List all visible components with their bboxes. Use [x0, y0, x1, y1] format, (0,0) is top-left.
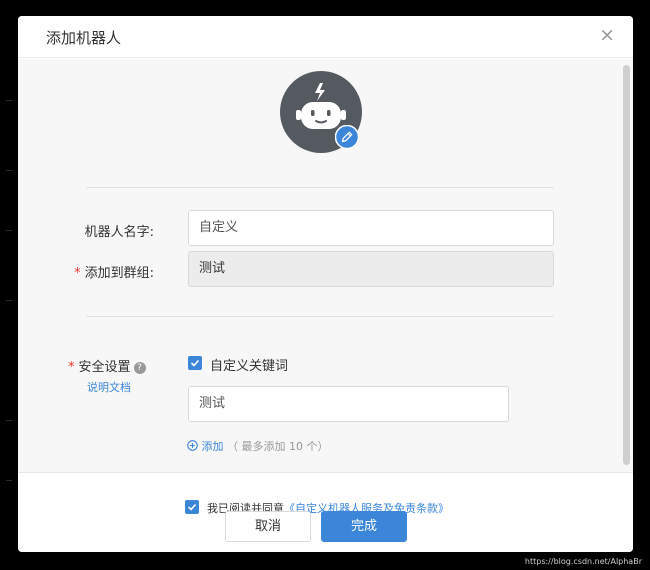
required-mark: *	[74, 266, 81, 281]
add-keyword-hint: （ 最多添加 10 个）	[227, 440, 329, 453]
robot-name-label: 机器人名字:	[84, 225, 154, 240]
required-mark: *	[68, 360, 75, 375]
confirm-button[interactable]: 完成	[321, 511, 407, 542]
add-to-group-text: 添加到群组:	[84, 266, 154, 281]
add-keyword-row: 添加 （ 最多添加 10 个）	[187, 438, 329, 454]
agree-checkbox[interactable]	[185, 500, 199, 514]
add-robot-dialog: 添加机器人 × 机器人名字: 自定义 * 添加到群组: 测试 * 安全设置? 说明文…	[18, 16, 633, 552]
dialog-footer: 我已阅读并同意《自定义机器人服务及免责条款》 取消 完成	[18, 472, 633, 552]
security-settings-text: 安全设置	[78, 360, 131, 375]
divider	[86, 187, 554, 188]
edit-pencil-icon[interactable]	[335, 125, 359, 149]
add-keyword-label: 添加	[201, 440, 224, 453]
watermark: https://blog.csdn.net/AlphaBr	[524, 557, 642, 566]
keyword-checkbox-label: 自定义关键词	[210, 359, 289, 374]
group-select[interactable]: 测试	[188, 251, 554, 287]
doc-link[interactable]: 说明文档	[87, 379, 131, 395]
check-icon	[187, 503, 197, 511]
dialog-body: 机器人名字: 自定义 * 添加到群组: 测试 * 安全设置? 说明文档 自定义关键词…	[18, 59, 633, 472]
plus-circle-icon	[187, 440, 198, 451]
side-mark	[6, 100, 12, 101]
side-mark	[6, 170, 12, 171]
side-mark	[6, 420, 12, 421]
check-icon	[190, 359, 200, 367]
side-mark	[6, 230, 12, 231]
scrollbar[interactable]	[623, 65, 630, 465]
keyword-checkbox[interactable]	[188, 356, 202, 370]
robot-name-input[interactable]: 自定义	[188, 210, 554, 246]
side-mark	[6, 480, 12, 481]
dialog-title: 添加机器人	[46, 29, 122, 47]
add-keyword-button[interactable]: 添加	[187, 440, 224, 453]
help-icon[interactable]: ?	[133, 361, 146, 374]
divider	[86, 316, 554, 317]
side-mark	[6, 300, 12, 301]
close-icon[interactable]: ×	[599, 25, 615, 45]
add-to-group-label: * 添加到群组:	[58, 262, 154, 281]
dialog-header: 添加机器人 ×	[18, 16, 633, 58]
security-settings-label: * 安全设置?	[68, 356, 146, 375]
keyword-input[interactable]: 测试	[188, 386, 509, 422]
cancel-button[interactable]: 取消	[225, 511, 311, 542]
